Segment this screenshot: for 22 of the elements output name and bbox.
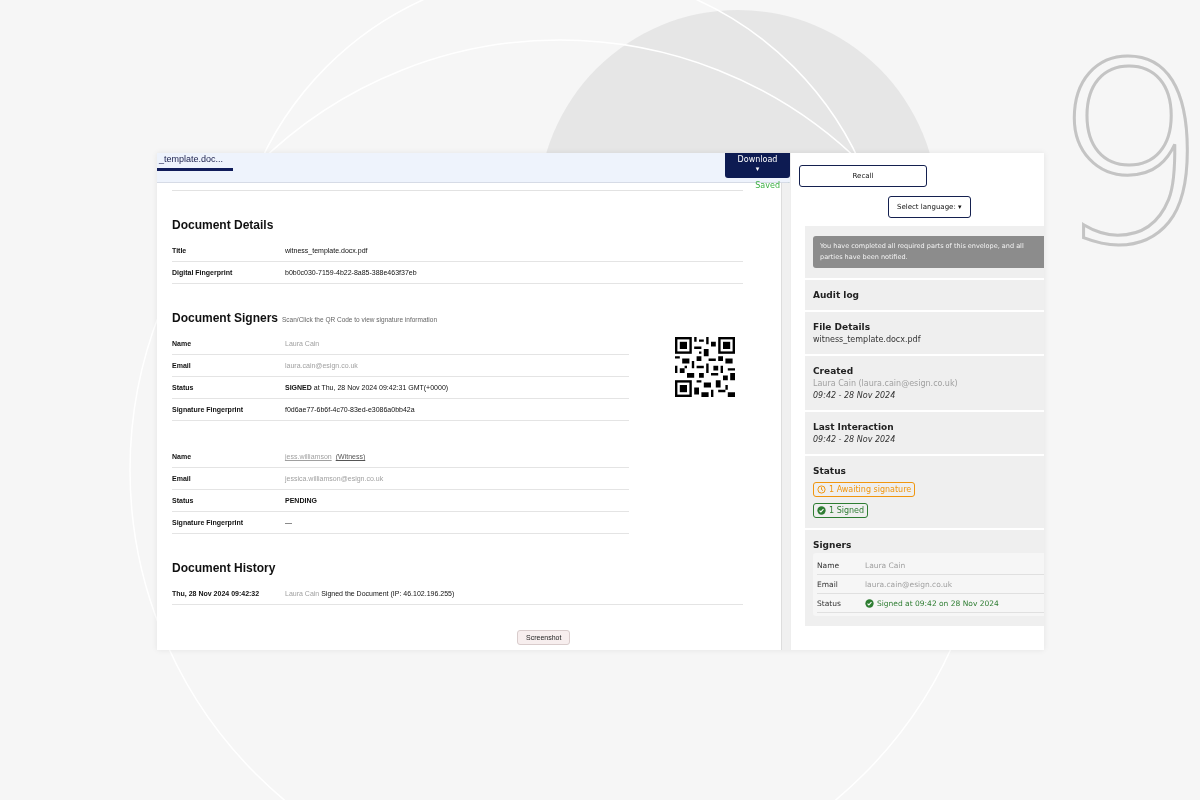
card-text: 09:42 - 28 Nov 2024 [813,391,896,400]
card-title: Status [813,466,846,476]
qr-code[interactable] [675,337,735,397]
status-badge: 1 Awaiting signature [813,482,916,497]
clock-icon [817,485,826,494]
card-text: witness_template.docx.pdf [813,335,921,344]
card-title: Last Interaction [813,422,894,432]
section-heading: Document Signers [172,311,279,325]
card-text: Laura Cain (laura.cain@esign.co.uk) [813,379,958,388]
check-circle-icon [865,598,874,608]
scrollbar[interactable] [781,183,790,650]
card-title: Created [813,366,854,376]
section-heading: Document Details [172,218,274,232]
card-title: Audit log [813,290,860,300]
section-heading: Document History [172,561,276,575]
document-tab[interactable]: _template.doc... [157,154,234,171]
status-badge: 1 Signed [813,503,869,518]
card-text: 09:42 - 28 Nov 2024 [813,435,896,444]
saved-status: Saved [755,181,790,190]
check-circle-icon [817,506,826,515]
card-title: File Details [813,322,871,332]
card-title: Signers [813,540,852,550]
